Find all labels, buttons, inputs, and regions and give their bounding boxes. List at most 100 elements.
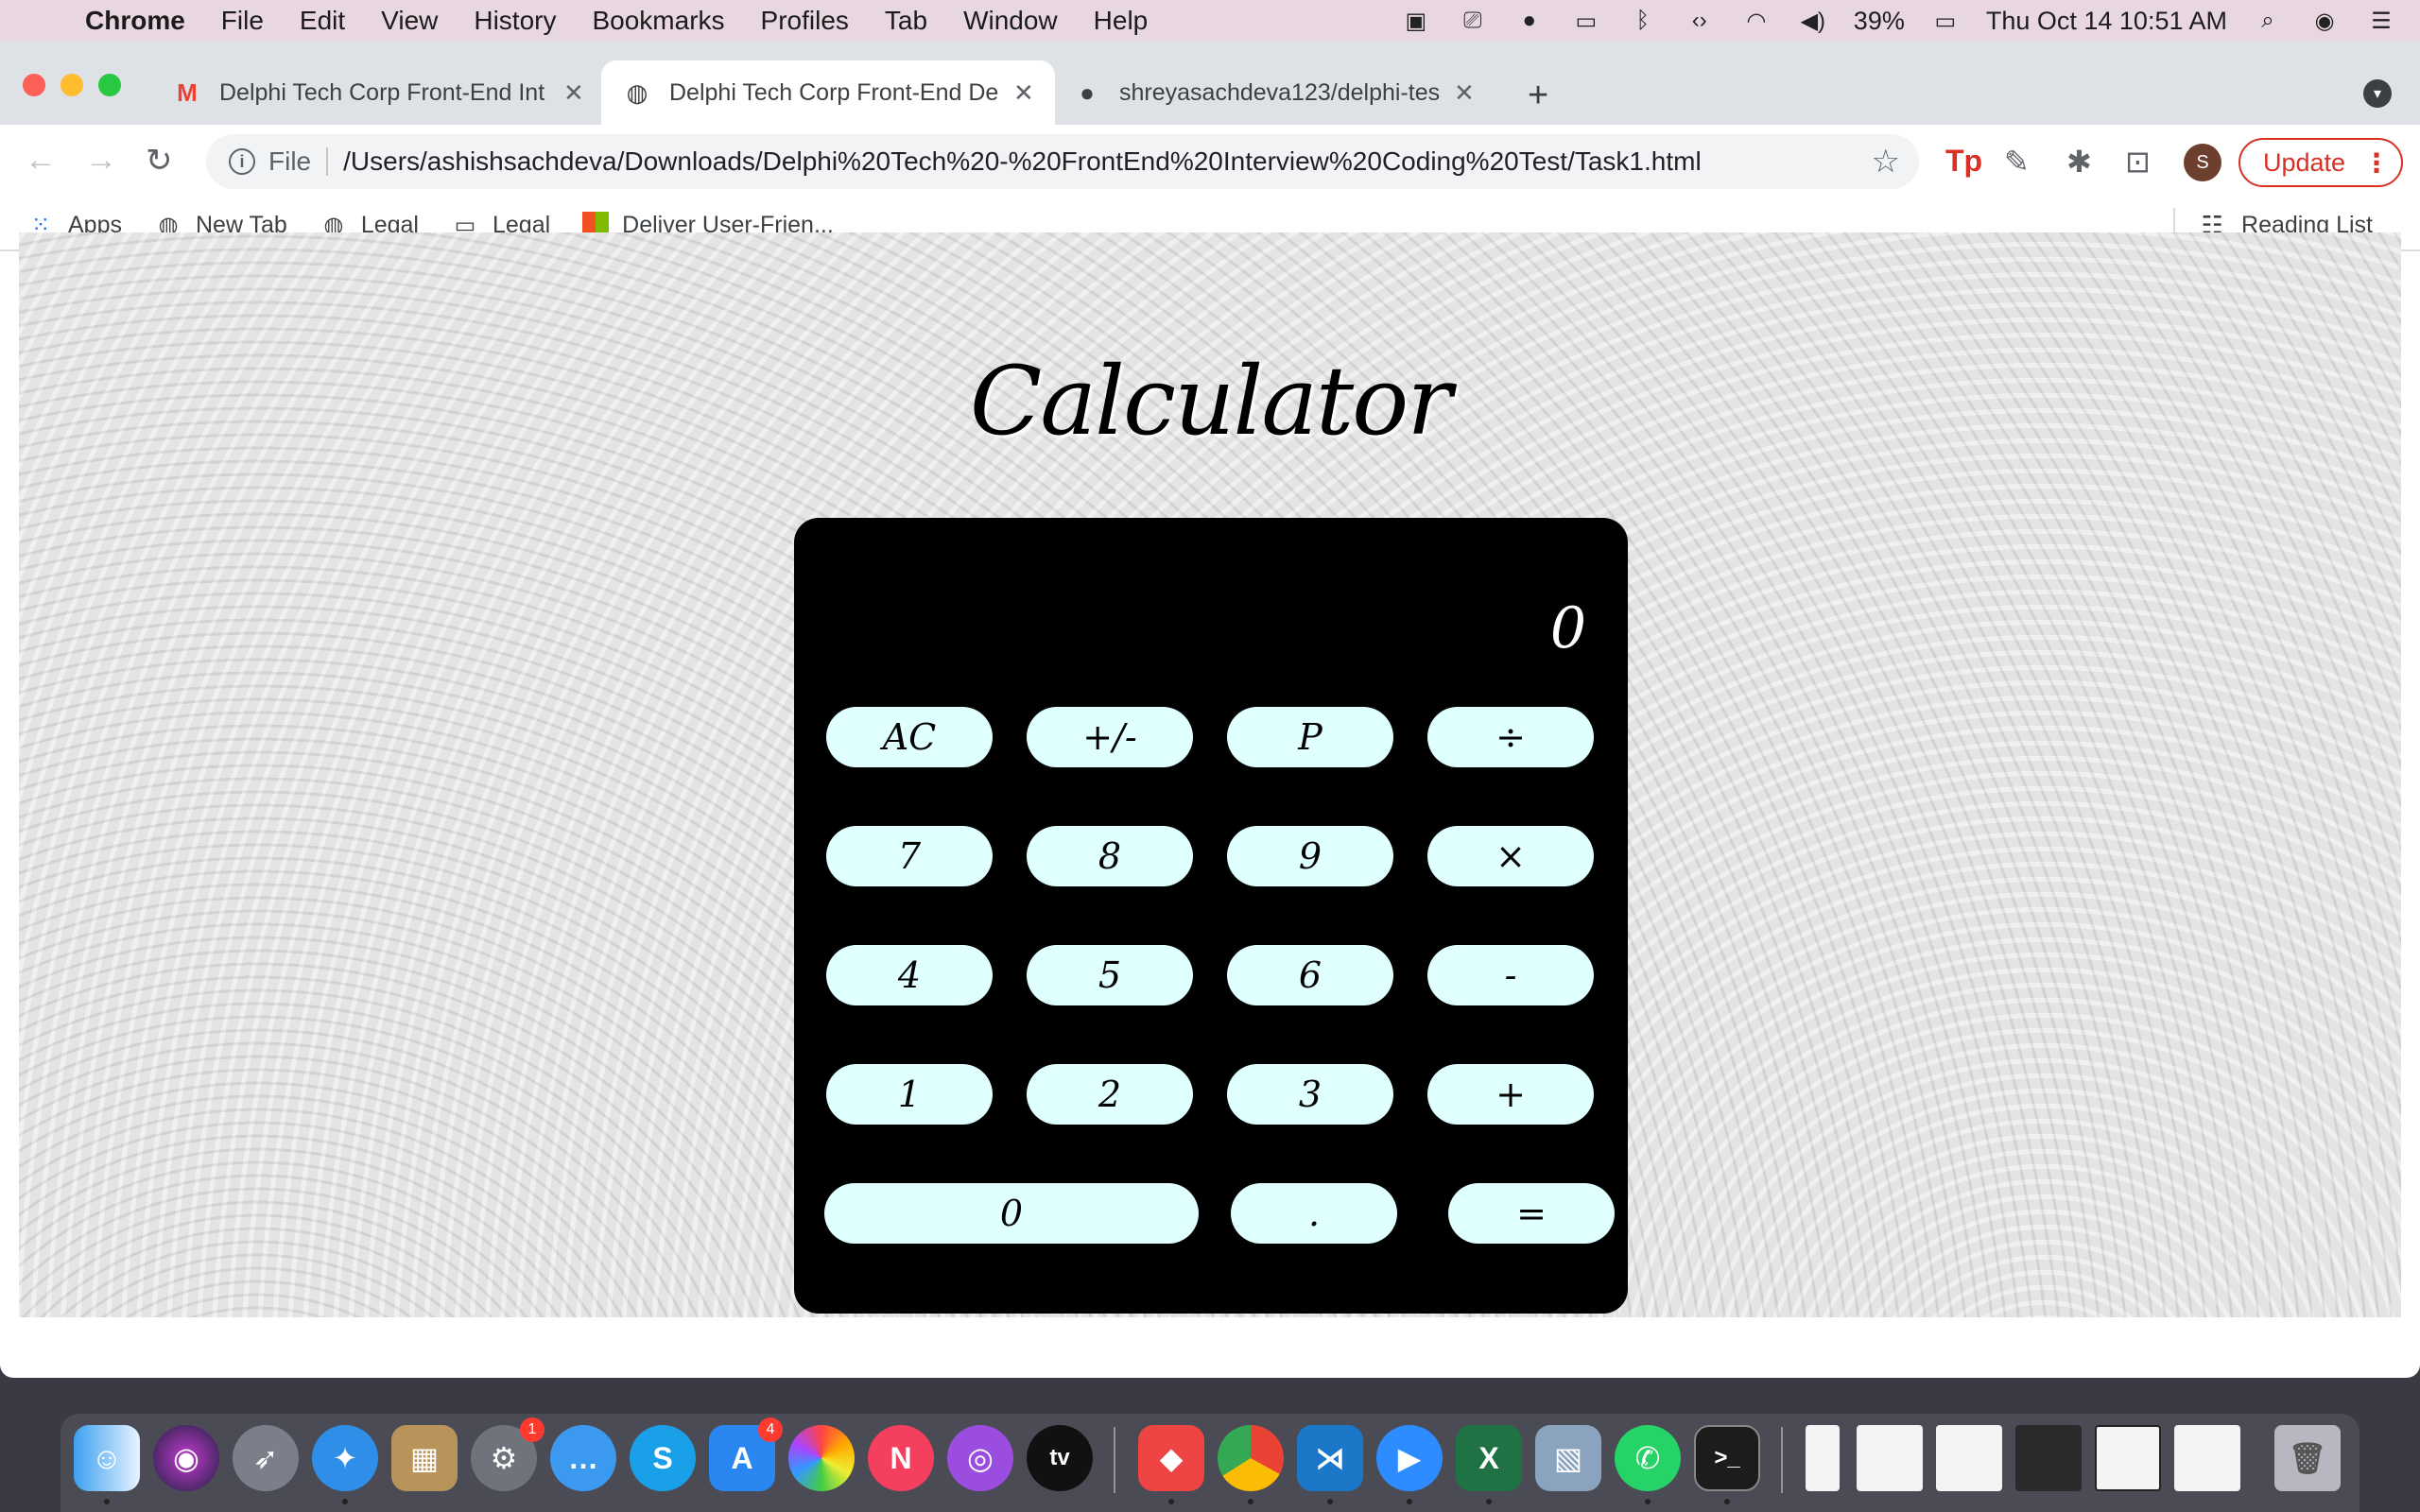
key-5[interactable]: 5 bbox=[1027, 945, 1193, 1005]
key-7[interactable]: 7 bbox=[826, 826, 993, 886]
close-window-button[interactable] bbox=[23, 74, 45, 96]
kebab-menu-icon[interactable]: ⋮ bbox=[2363, 147, 2390, 179]
tab-github[interactable]: ● shreyasachdeva123/delphi-tes ✕ bbox=[1051, 60, 1495, 125]
fullscreen-window-button[interactable] bbox=[98, 74, 121, 96]
address-bar[interactable]: i File /Users/ashishsachdeva/Downloads/D… bbox=[206, 134, 1919, 189]
control-center-icon[interactable]: ☰ bbox=[2365, 8, 2397, 34]
tab-strip: M Delphi Tech Corp Front-End Int ✕ ◍ Del… bbox=[0, 42, 2420, 125]
close-tab-icon[interactable]: ✕ bbox=[1454, 78, 1475, 108]
url-text[interactable]: /Users/ashishsachdeva/Downloads/Delphi%2… bbox=[343, 146, 1702, 177]
key-all-clear[interactable]: AC bbox=[826, 707, 993, 767]
macos-menubar: Chrome File Edit View History Bookmarks … bbox=[0, 0, 2420, 42]
launchpad-icon[interactable]: ➶ bbox=[233, 1425, 299, 1491]
tab-gmail[interactable]: M Delphi Tech Corp Front-End Int ✕ bbox=[151, 60, 605, 125]
key-2[interactable]: 2 bbox=[1027, 1064, 1193, 1125]
tab-search-chevron-icon[interactable]: ▾ bbox=[2363, 79, 2392, 108]
wifi-icon[interactable]: ◠ bbox=[1740, 8, 1772, 34]
key-9[interactable]: 9 bbox=[1227, 826, 1393, 886]
menu-history[interactable]: History bbox=[474, 6, 556, 36]
dock-separator bbox=[1114, 1427, 1115, 1493]
running-indicator bbox=[1168, 1499, 1174, 1504]
site-info-icon[interactable]: i bbox=[229, 148, 255, 175]
key-add[interactable]: + bbox=[1427, 1064, 1594, 1125]
close-tab-icon[interactable]: ✕ bbox=[1013, 78, 1034, 108]
menu-app-name[interactable]: Chrome bbox=[85, 6, 185, 36]
eyedropper-extension-icon[interactable]: ✎ bbox=[2004, 144, 2030, 180]
anydesk-icon[interactable]: ◆ bbox=[1138, 1425, 1204, 1491]
menu-profiles[interactable]: Profiles bbox=[761, 6, 849, 36]
window-thumbnail-icon[interactable] bbox=[2015, 1425, 2082, 1491]
menu-view[interactable]: View bbox=[381, 6, 438, 36]
window-thumbnail-icon[interactable] bbox=[1936, 1425, 2002, 1491]
tab-task1-active[interactable]: ◍ Delphi Tech Corp Front-End De ✕ bbox=[601, 60, 1055, 125]
window-thumbnail-icon[interactable] bbox=[2095, 1425, 2161, 1491]
battery-charging-icon[interactable]: ▭ bbox=[1929, 8, 1962, 34]
key-toggle-sign[interactable]: +/- bbox=[1027, 707, 1193, 767]
volume-icon[interactable]: ◀) bbox=[1797, 8, 1829, 34]
chrome-icon[interactable] bbox=[1218, 1425, 1284, 1491]
menu-file[interactable]: File bbox=[221, 6, 264, 36]
vscode-icon[interactable]: ⋊ bbox=[1297, 1425, 1363, 1491]
code-brackets-icon[interactable]: ‹› bbox=[1684, 8, 1716, 34]
siri-icon[interactable]: ◉ bbox=[2308, 8, 2341, 34]
key-6[interactable]: 6 bbox=[1227, 945, 1393, 1005]
menu-window[interactable]: Window bbox=[963, 6, 1058, 36]
bookmark-star-icon[interactable]: ☆ bbox=[1872, 143, 1900, 180]
clock[interactable]: Thu Oct 14 10:51 AM bbox=[1986, 7, 2227, 36]
news-icon[interactable]: N bbox=[868, 1425, 934, 1491]
reload-icon[interactable]: ↻ bbox=[146, 142, 173, 180]
messages-icon[interactable]: … bbox=[550, 1425, 616, 1491]
extensions-puzzle-icon[interactable]: ✱ bbox=[2066, 144, 2092, 180]
safari-icon[interactable]: ✦ bbox=[312, 1425, 378, 1491]
calculator-app-icon[interactable]: ▦ bbox=[391, 1425, 458, 1491]
menu-bookmarks[interactable]: Bookmarks bbox=[592, 6, 724, 36]
apple-tv-icon[interactable]: tv bbox=[1027, 1425, 1093, 1491]
zoom-status-icon[interactable]: ▣ bbox=[1400, 8, 1432, 34]
key-multiply[interactable]: × bbox=[1427, 826, 1594, 886]
key-equals[interactable]: = bbox=[1448, 1183, 1615, 1244]
excel-icon[interactable]: X bbox=[1456, 1425, 1522, 1491]
preview-icon[interactable]: ▧ bbox=[1535, 1425, 1601, 1491]
zoom-icon[interactable]: ▶ bbox=[1376, 1425, 1443, 1491]
key-divide[interactable]: ÷ bbox=[1427, 707, 1594, 767]
running-indicator bbox=[1724, 1499, 1730, 1504]
key-0[interactable]: 0 bbox=[824, 1183, 1199, 1244]
new-tab-plus-icon[interactable]: + bbox=[1528, 76, 1548, 116]
trash-icon[interactable]: 🗑 bbox=[2274, 1425, 2341, 1491]
forward-arrow-icon[interactable]: → bbox=[85, 142, 117, 179]
key-subtract[interactable]: - bbox=[1427, 945, 1594, 1005]
whatsapp-icon[interactable]: ✆ bbox=[1615, 1425, 1681, 1491]
key-8[interactable]: 8 bbox=[1027, 826, 1193, 886]
key-4[interactable]: 4 bbox=[826, 945, 993, 1005]
key-decimal[interactable]: . bbox=[1231, 1183, 1397, 1244]
photos-icon[interactable] bbox=[788, 1425, 855, 1491]
profile-avatar[interactable]: S bbox=[2184, 144, 2221, 181]
document-thumbnail-icon[interactable] bbox=[1806, 1425, 1840, 1491]
key-3[interactable]: 3 bbox=[1227, 1064, 1393, 1125]
app-store-icon[interactable]: A4 bbox=[709, 1418, 783, 1491]
system-preferences-icon[interactable]: ⚙ 1 bbox=[471, 1418, 544, 1491]
airplay-icon[interactable]: ▭ bbox=[1570, 8, 1602, 34]
menu-help[interactable]: Help bbox=[1094, 6, 1149, 36]
screen-share-icon[interactable]: ⎚ bbox=[1457, 8, 1489, 34]
spotlight-search-icon[interactable]: ⌕ bbox=[2252, 8, 2284, 34]
update-button[interactable]: Update ⋮ bbox=[2238, 138, 2403, 187]
finder-icon[interactable]: ☺ bbox=[74, 1425, 140, 1491]
key-percent[interactable]: P bbox=[1227, 707, 1393, 767]
close-tab-icon[interactable]: ✕ bbox=[563, 78, 584, 108]
window-thumbnail-icon[interactable] bbox=[2174, 1425, 2240, 1491]
menu-tab[interactable]: Tab bbox=[885, 6, 927, 36]
skype-icon[interactable]: S bbox=[630, 1425, 696, 1491]
tp-extension-icon[interactable]: Tp bbox=[1945, 144, 1982, 179]
key-1[interactable]: 1 bbox=[826, 1064, 993, 1125]
terminal-icon[interactable]: >_ bbox=[1694, 1425, 1760, 1491]
back-arrow-icon[interactable]: ← bbox=[25, 142, 57, 179]
podcasts-icon[interactable]: ◎ bbox=[947, 1425, 1013, 1491]
bluetooth-icon[interactable]: ᛒ bbox=[1627, 8, 1659, 34]
minimize-window-button[interactable] bbox=[60, 74, 83, 96]
menu-edit[interactable]: Edit bbox=[300, 6, 345, 36]
siri-icon[interactable]: ◉ bbox=[153, 1425, 219, 1491]
hat-icon[interactable]: ● bbox=[1513, 8, 1546, 34]
cast-icon[interactable]: ⊡ bbox=[2125, 144, 2151, 180]
window-thumbnail-icon[interactable] bbox=[1857, 1425, 1923, 1491]
